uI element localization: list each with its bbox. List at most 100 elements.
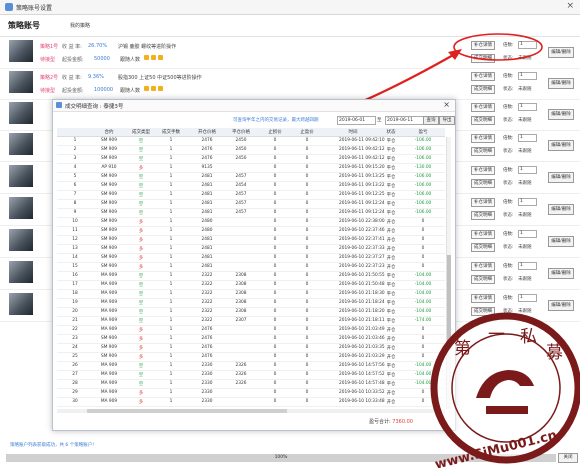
table-row[interactable]: 13 SM 909 多 1 2481 0 0 2019-06-10 22:37:33 开仓 0 [57, 245, 445, 255]
table-row[interactable]: 4 AP 910 多 1 9135 0 0 2019-06-11 09:15:20 平仓 -130… [57, 164, 445, 174]
table-cell: 0 [273, 210, 277, 215]
table-cell: -106.00 [414, 138, 432, 143]
table-cell: 1 [169, 237, 173, 242]
table-row[interactable]: 14 SM 909 多 1 2481 0 0 2019-06-10 22:37:27 开仓 0 [57, 254, 445, 264]
table-row[interactable]: 19 MA 909 空 1 2322 2308 0 0 2019-06-10 21:18:24 平… [57, 299, 445, 309]
table-cell: 7 [73, 192, 77, 197]
table-cell: 0 [421, 255, 425, 260]
table-row[interactable]: 29 MA 909 多 1 2330 0 0 2019-06-10 10:33:52 开仓 0 [57, 389, 445, 399]
table-cell: 1 [169, 165, 173, 170]
table-row[interactable]: 26 MA 909 空 1 2330 2326 0 0 2019-06-10 14:57:56 平… [57, 362, 445, 372]
table-cell: 平仓 [386, 283, 396, 288]
table-row[interactable]: 20 MA 909 空 1 2322 2308 0 0 2019-06-10 21:18:20 平… [57, 308, 445, 318]
column-header[interactable]: 时间 [339, 129, 367, 135]
table-cell: 0 [305, 354, 309, 359]
date-to-input[interactable]: 2019-06-11 [385, 116, 424, 125]
column-header[interactable]: 止盈价 [293, 129, 321, 135]
table-row[interactable]: 8 SM 909 空 1 2481 2457 0 0 2019-06-11 09:12:24 平仓… [57, 200, 445, 210]
table-row[interactable]: 21 MA 909 空 1 2322 2307 0 0 2019-06-10 21:18:11 平… [57, 317, 445, 327]
table-row[interactable]: 23 SM 909 多 1 2476 0 0 2019-06-10 21:03:46 开仓 0 [57, 335, 445, 345]
query-button[interactable]: 查询 [423, 116, 439, 125]
table-cell: 开仓 [386, 247, 396, 252]
table-cell: 2481 [201, 183, 213, 188]
table-cell: 2457 [235, 210, 247, 215]
table-cell: 2330 [201, 363, 213, 368]
table-cell: 1 [169, 192, 173, 197]
column-header[interactable]: 止损价 [261, 129, 289, 135]
column-header[interactable]: 开仓价格 [193, 129, 221, 135]
table-cell: 26 [72, 363, 78, 368]
table-cell: 2481 [201, 210, 213, 215]
table-cell: 多 [138, 220, 144, 225]
table-cell: 1 [169, 363, 173, 368]
table-cell: 0 [273, 246, 277, 251]
table-cell: 0 [305, 165, 309, 170]
table-cell: 22 [72, 327, 78, 332]
table-row[interactable]: 16 MA 909 空 1 2322 2308 0 0 2019-06-10 21:50:55 平… [57, 272, 445, 282]
table-cell: 开仓 [386, 238, 396, 243]
export-button[interactable]: 导出 [439, 116, 455, 125]
table-cell: 1 [73, 138, 77, 143]
table-row[interactable]: 17 MA 909 空 1 2322 2308 0 0 2019-06-10 21:50:48 平… [57, 281, 445, 291]
table-cell: 2454 [235, 183, 247, 188]
table-cell: 0 [273, 237, 277, 242]
table-cell: -104.00 [414, 291, 432, 296]
table-row[interactable]: 15 SM 909 多 1 2481 0 0 2019-06-10 22:37:23 开仓 0 [57, 263, 445, 273]
table-row[interactable]: 18 MA 909 空 1 2322 2308 0 0 2019-06-10 21:18:30 平… [57, 290, 445, 300]
table-cell: 1 [169, 300, 173, 305]
table-cell: 11 [72, 228, 78, 233]
table-cell: MA 909 [100, 318, 118, 323]
column-header[interactable]: 盈亏 [409, 129, 437, 135]
table-row[interactable]: 10 SM 909 多 1 2480 0 0 2019-06-10 22:38:00 开仓 0 [57, 218, 445, 228]
table-cell: 1 [169, 246, 173, 251]
table-cell: 20 [72, 309, 78, 314]
dialog-close-icon[interactable]: × [443, 100, 450, 109]
table-cell: 0 [273, 273, 277, 278]
table-cell: SM 909 [100, 345, 117, 350]
horizontal-scrollbar[interactable] [57, 409, 445, 413]
column-header[interactable]: 平仓价格 [227, 129, 255, 135]
column-header[interactable]: 成交类型 [127, 129, 155, 135]
table-cell: 2450 [235, 138, 247, 143]
table-row[interactable]: 7 SM 909 空 1 2481 2457 0 0 2019-06-11 09:12:25 平仓… [57, 191, 445, 201]
table-row[interactable]: 22 MA 909 多 1 2476 0 0 2019-06-10 21:03:49 开仓 0 [57, 326, 445, 336]
table-cell: -106.00 [414, 174, 432, 179]
column-header[interactable]: 成交手数 [157, 129, 185, 135]
table-cell: 18 [72, 291, 78, 296]
table-cell: 多 [138, 265, 144, 270]
table-cell: 27 [72, 372, 78, 377]
table-row[interactable]: 2 SM 909 空 1 2476 2450 0 0 2019-06-11 09:42:12 平仓… [57, 146, 445, 156]
table-cell: 0 [273, 219, 277, 224]
table-row[interactable]: 9 SM 909 空 1 2481 2457 0 0 2019-06-11 09:12:24 平仓… [57, 209, 445, 219]
table-row[interactable]: 11 SM 909 多 1 2480 0 0 2019-06-10 22:37:46 开仓 0 [57, 227, 445, 237]
table-row[interactable]: 5 SM 909 空 1 2481 2457 0 0 2019-06-11 09:13:25 平仓… [57, 173, 445, 183]
table-row[interactable]: 28 MA 909 空 1 2330 2326 0 0 2019-06-10 14:57:48 平… [57, 380, 445, 390]
table-row[interactable]: 12 SM 909 多 1 2481 0 0 2019-06-10 22:37:41 开仓 0 [57, 236, 445, 246]
table-row[interactable]: 6 SM 909 空 1 2481 2454 0 0 2019-06-11 09:13:22 平仓… [57, 182, 445, 192]
table-cell: 1 [169, 390, 173, 395]
table-cell: 23 [72, 336, 78, 341]
table-row[interactable]: 1 SM 909 空 1 2476 2450 0 0 2019-06-11 09:42:10 平仓… [57, 137, 445, 147]
table-row[interactable]: 3 SM 909 空 1 2476 2450 0 0 2019-06-11 09:42:12 平仓… [57, 155, 445, 165]
table-cell: 空 [138, 184, 144, 189]
date-from-input[interactable]: 2019-06-01 [337, 116, 376, 125]
table-cell: 1 [169, 183, 173, 188]
table-row[interactable]: 30 MA 909 多 1 2330 0 0 2019-06-10 10:33:48 开仓 0 [57, 398, 445, 408]
table-cell: -104.00 [414, 273, 432, 278]
table-row[interactable]: 24 SM 909 多 1 2476 0 0 2019-06-10 21:03:35 开仓 0 [57, 344, 445, 354]
table-cell: 2481 [201, 264, 213, 269]
table-cell: 2322 [201, 318, 213, 323]
table-cell: SM 909 [100, 147, 117, 152]
table-cell: MA 909 [100, 300, 118, 305]
table-cell: 0 [421, 246, 425, 251]
table-cell: SM 909 [100, 336, 117, 341]
table-row[interactable]: 25 SM 909 多 1 2476 0 0 2019-06-10 21:03:29 开仓 0 [57, 353, 445, 363]
table-cell: 开仓 [386, 265, 396, 270]
table-row[interactable]: 27 MA 909 空 1 2330 2326 0 0 2019-06-10 14:57:52 平… [57, 371, 445, 381]
table-cell: 0 [305, 246, 309, 251]
column-header[interactable]: 状态 [377, 129, 405, 135]
table-cell: 0 [305, 174, 309, 179]
hscroll-thumb[interactable] [87, 409, 287, 413]
column-header[interactable]: 合约 [95, 129, 123, 135]
table-cell: 2476 [201, 147, 213, 152]
